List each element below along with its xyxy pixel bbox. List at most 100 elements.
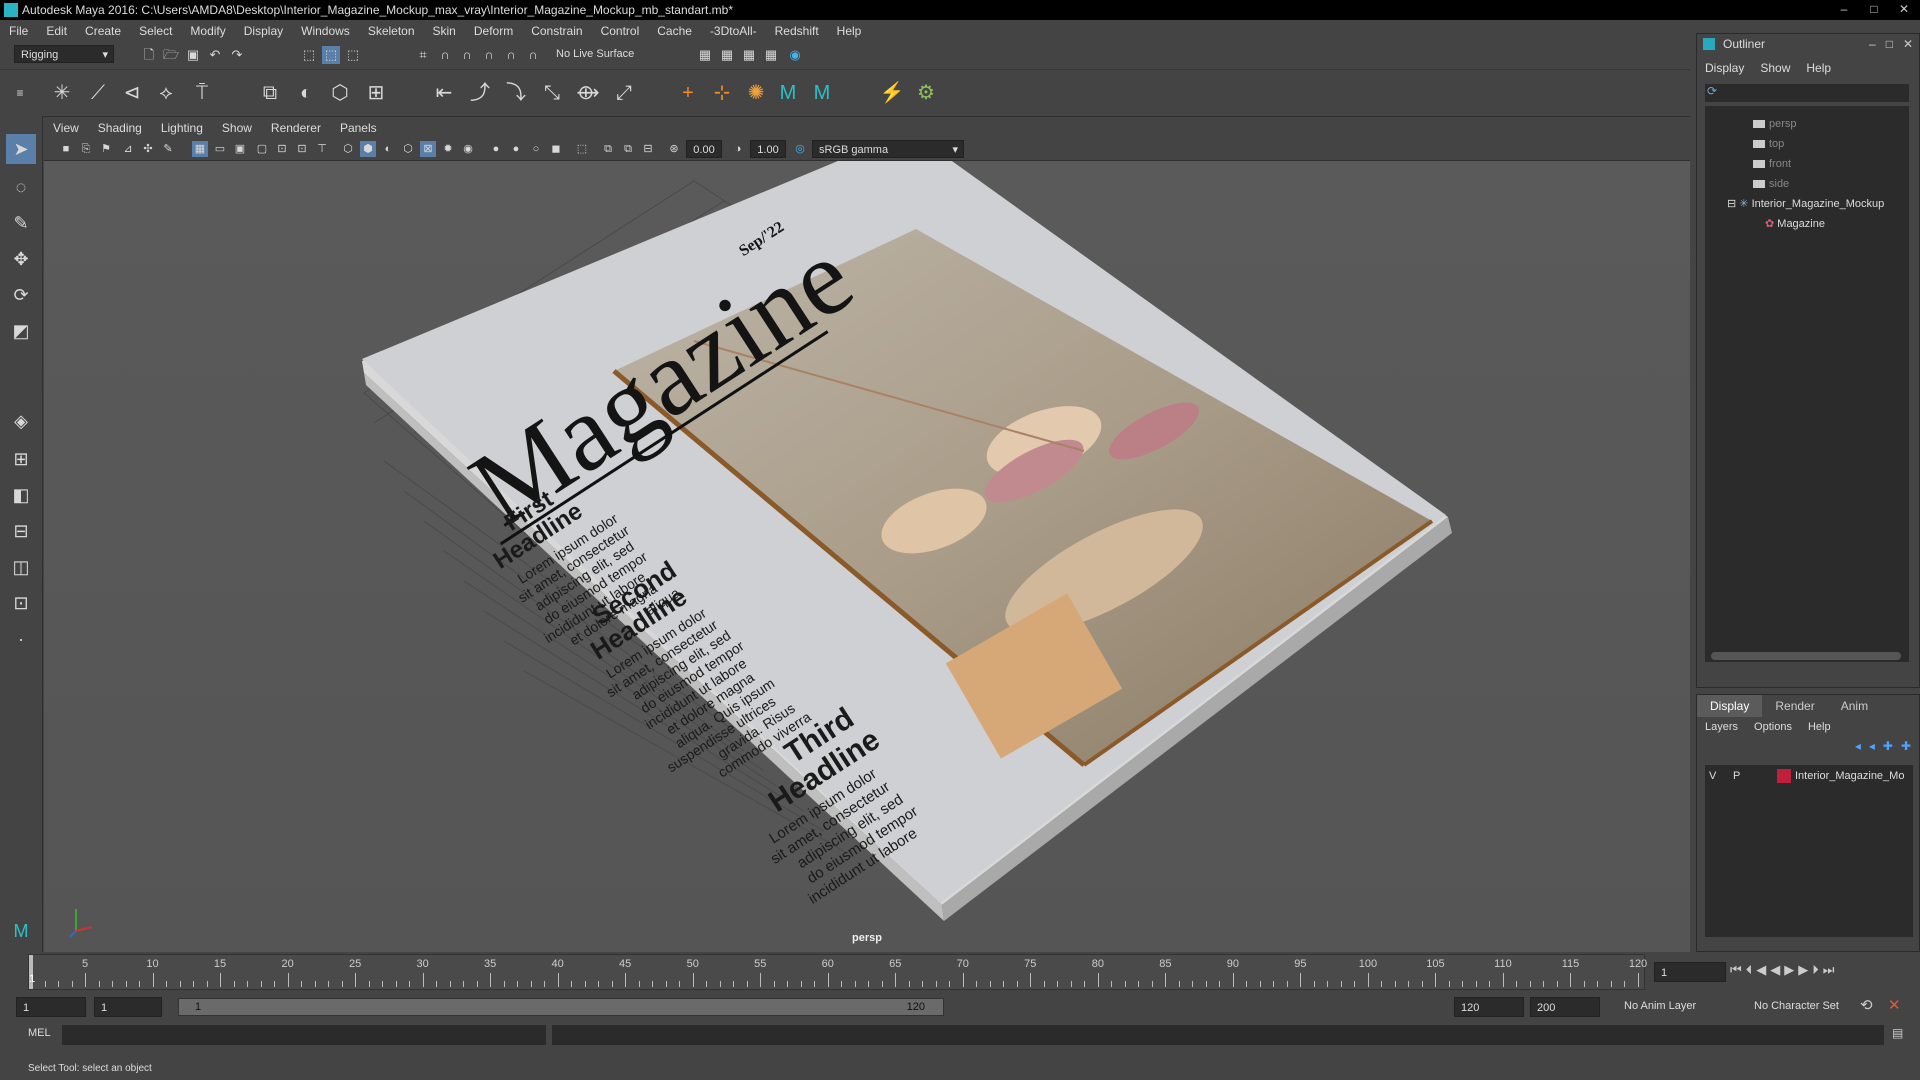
- smooth-shade-icon[interactable]: ⬢: [360, 141, 376, 157]
- outliner-menu-display[interactable]: Display: [1697, 58, 1752, 78]
- minimize-button[interactable]: –: [1832, 1, 1856, 17]
- new-scene-icon[interactable]: 🗋: [140, 46, 158, 64]
- shadows-icon[interactable]: ◉: [460, 141, 476, 157]
- persp-graph-icon[interactable]: ⊟: [6, 516, 36, 546]
- hypershade-layout-icon[interactable]: ◫: [6, 552, 36, 582]
- layer-name[interactable]: Interior_Magazine_Mo: [1795, 767, 1904, 785]
- range-bar[interactable]: 1 120: [178, 998, 944, 1016]
- snap-grid-icon[interactable]: ⌗: [414, 46, 432, 64]
- panel-menu-panels[interactable]: Panels: [331, 118, 387, 138]
- camera-attributes-icon[interactable]: ⎘: [78, 141, 94, 157]
- gate-mask-icon[interactable]: ▢: [254, 141, 270, 157]
- new-layer-selected-icon[interactable]: ✚: [1901, 739, 1911, 753]
- grease-pencil-icon[interactable]: ✎: [160, 141, 176, 157]
- image-plane-icon[interactable]: ⊿: [120, 141, 136, 157]
- playback-end-field[interactable]: 120: [1454, 997, 1524, 1017]
- start-time-field[interactable]: 1: [16, 997, 86, 1017]
- multisample-aa-icon[interactable]: ○: [528, 141, 544, 157]
- bookmarks-icon[interactable]: ⚑: [98, 141, 114, 157]
- maximize-button[interactable]: □: [1862, 1, 1886, 17]
- rotate-tool-icon[interactable]: ⟳: [6, 280, 36, 310]
- screen-space-ao-icon[interactable]: ●: [488, 141, 504, 157]
- ik-handle-icon[interactable]: ⟋: [82, 77, 114, 109]
- grid-icon[interactable]: ▦: [192, 141, 208, 157]
- menu-control[interactable]: Control: [592, 21, 649, 41]
- menu-edit[interactable]: Edit: [37, 21, 76, 41]
- layer-color-swatch[interactable]: [1777, 769, 1791, 783]
- aim-constraint-icon[interactable]: ⤴: [464, 77, 496, 109]
- script-icon[interactable]: ⚙: [910, 77, 942, 109]
- move-layer-down-icon[interactable]: ◂: [1869, 739, 1875, 753]
- exposure-icon[interactable]: ⊛: [666, 141, 682, 157]
- menu-windows[interactable]: Windows: [292, 21, 359, 41]
- redshift-m-icon[interactable]: M: [772, 77, 804, 109]
- character-set-dropdown[interactable]: No Character Set: [1754, 1000, 1839, 1012]
- open-scene-icon[interactable]: 🗁: [162, 46, 180, 64]
- move-layer-up-icon[interactable]: ◂: [1855, 739, 1861, 753]
- playback-start-field[interactable]: 1: [94, 997, 162, 1017]
- safe-title-icon[interactable]: ⊤: [314, 141, 330, 157]
- gamma-field[interactable]: 1.00: [750, 140, 786, 158]
- persp-outliner-icon[interactable]: ◧: [6, 480, 36, 510]
- play-backward-icon[interactable]: ◀: [1770, 962, 1780, 978]
- menu-skin[interactable]: Skin: [424, 21, 465, 41]
- twod-pan-icon[interactable]: ✣: [140, 141, 156, 157]
- save-scene-icon[interactable]: ▣: [184, 46, 202, 64]
- view-transform-dropdown[interactable]: sRGB gamma ▾: [812, 140, 964, 158]
- step-back-frame-icon[interactable]: ◀: [1756, 962, 1766, 978]
- render-frame-icon[interactable]: ▦: [718, 46, 736, 64]
- step-forward-key-icon[interactable]: ⏵: [1812, 962, 1819, 978]
- outliner-item-front[interactable]: front: [1753, 154, 1791, 174]
- outliner-item-side[interactable]: side: [1753, 174, 1789, 194]
- scale-constraint-icon[interactable]: ⤡: [536, 77, 568, 109]
- ik-spline-icon[interactable]: ⊲: [116, 77, 148, 109]
- step-forward-frame-icon[interactable]: ▶: [1798, 962, 1808, 978]
- end-time-field[interactable]: 200: [1530, 997, 1600, 1017]
- blendshape-icon[interactable]: ✺: [740, 77, 772, 109]
- command-language-label[interactable]: MEL: [28, 1027, 51, 1039]
- xray-icon[interactable]: ⧉: [600, 141, 616, 157]
- live-surface-field[interactable]: No Live Surface: [550, 45, 648, 63]
- anim-layer-dropdown[interactable]: No Anim Layer: [1624, 1000, 1696, 1012]
- panel-menu-show[interactable]: Show: [213, 118, 262, 138]
- menu-cache[interactable]: Cache: [648, 21, 701, 41]
- go-to-start-icon[interactable]: ⏮: [1730, 962, 1742, 978]
- menu-3dtoall[interactable]: -3DtoAll-: [701, 21, 766, 41]
- current-frame-field[interactable]: 1: [1654, 962, 1726, 982]
- menu-set-dropdown[interactable]: Rigging ▾: [14, 45, 114, 63]
- graph-editor-layout-icon[interactable]: ⊡: [6, 588, 36, 618]
- single-perspective-icon[interactable]: ◈: [6, 406, 36, 436]
- tab-render[interactable]: Render: [1762, 695, 1827, 717]
- close-button[interactable]: ✕: [1892, 1, 1916, 17]
- tab-anim[interactable]: Anim: [1828, 695, 1881, 717]
- outliner-maximize-button[interactable]: □: [1886, 34, 1893, 54]
- outliner-item-root[interactable]: ⊟ ✳ Interior_Magazine_Mockup: [1727, 194, 1884, 214]
- select-component-icon[interactable]: ⬚: [344, 46, 362, 64]
- undo-icon[interactable]: ↶: [206, 46, 224, 64]
- menu-create[interactable]: Create: [76, 21, 130, 41]
- gamma-icon[interactable]: ◑: [730, 141, 746, 157]
- four-view-icon[interactable]: ⊞: [6, 444, 36, 474]
- field-chart-icon[interactable]: ⊡: [274, 141, 290, 157]
- menu-file[interactable]: File: [0, 21, 37, 41]
- step-back-key-icon[interactable]: ⏴: [1746, 962, 1753, 978]
- menu-redshift[interactable]: Redshift: [766, 21, 828, 41]
- motion-blur-icon[interactable]: ●: [508, 141, 524, 157]
- textured-icon[interactable]: ⊠: [420, 141, 436, 157]
- isolate-select-icon[interactable]: ⬚: [574, 141, 590, 157]
- shelf-options-icon[interactable]: ≡: [4, 77, 36, 109]
- menu-constrain[interactable]: Constrain: [522, 21, 591, 41]
- auto-key-icon[interactable]: ⟲: [1860, 996, 1873, 1014]
- snap-point-icon[interactable]: ∩: [458, 46, 476, 64]
- panel-menu-renderer[interactable]: Renderer: [262, 118, 331, 138]
- outliner-minimize-button[interactable]: –: [1869, 34, 1876, 54]
- outliner-item-top[interactable]: top: [1753, 134, 1784, 154]
- snap-live-icon[interactable]: ∩: [524, 46, 542, 64]
- select-camera-icon[interactable]: ■: [58, 141, 74, 157]
- layer-row[interactable]: V P Interior_Magazine_Mo: [1705, 767, 1913, 785]
- cluster-icon[interactable]: ⊹: [706, 77, 738, 109]
- play-forward-icon[interactable]: ▶: [1784, 962, 1794, 978]
- pole-vector-icon[interactable]: ⤢: [608, 77, 640, 109]
- lasso-tool-icon[interactable]: ◌: [6, 172, 36, 202]
- redo-icon[interactable]: ↷: [228, 46, 246, 64]
